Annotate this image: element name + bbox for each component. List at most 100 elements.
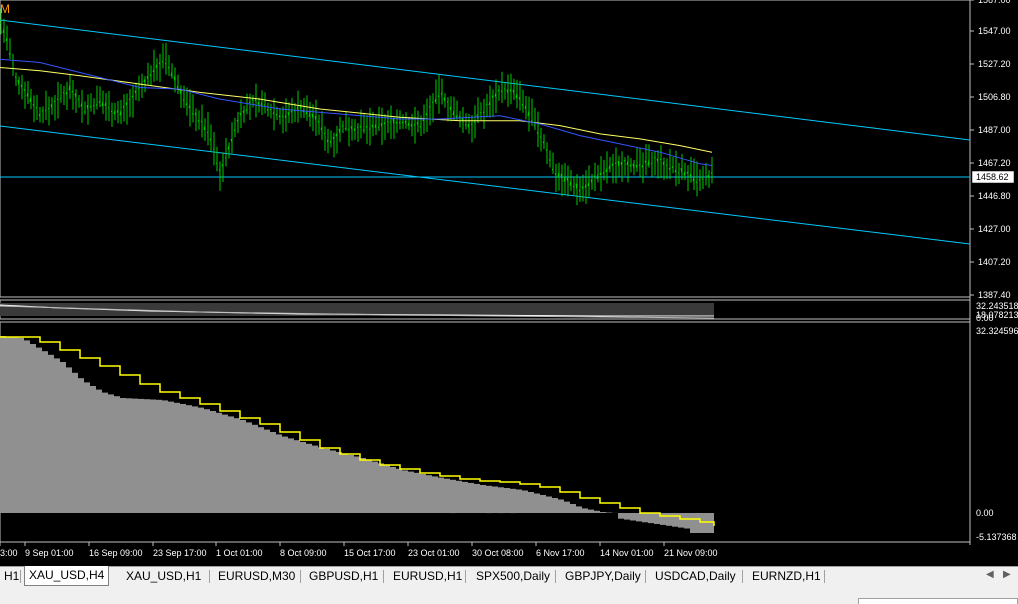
price-axis-label: 1547.00 <box>978 26 1011 36</box>
histogram-bar <box>138 398 144 513</box>
histogram-bar <box>150 399 156 513</box>
current-price-tag: 1458.62 <box>971 170 1015 184</box>
tab-separator <box>20 570 21 583</box>
histogram-bar <box>498 487 504 514</box>
chart-window[interactable]: 1567.00 1547.00 1527.20 1506.80 1487.00 1467.… <box>0 0 1018 566</box>
histogram-bar <box>666 513 672 526</box>
histogram-bar <box>450 479 456 514</box>
price-bars <box>0 8 713 206</box>
time-axis-label: 9 Sep 01:00 <box>25 548 74 558</box>
histogram-bar <box>216 412 222 513</box>
histogram-bar <box>60 362 66 513</box>
chart-canvas[interactable]: 1567.00 1547.00 1527.20 1506.80 1487.00 1467.… <box>0 0 1018 566</box>
time-axis-label: 6 Nov 17:00 <box>536 548 585 558</box>
status-panel <box>858 598 1018 604</box>
tab-gbpjpy-daily[interactable]: GBPJPY,Daily <box>561 567 645 586</box>
histogram-bar <box>414 472 420 513</box>
price-bar-open <box>695 181 698 183</box>
tab-gbpusd-h1[interactable]: GBPUSD,H1 <box>305 567 382 586</box>
histogram-bar <box>210 411 216 513</box>
histogram-bar <box>588 509 594 513</box>
tab-separator <box>824 570 825 583</box>
price-bar-open <box>701 178 704 180</box>
price-bar-open <box>545 149 548 151</box>
histogram-axis-label: -5.137368 <box>976 532 1017 542</box>
time-axis-label: 14 Nov 01:00 <box>600 548 654 558</box>
price-bar-open <box>167 66 170 69</box>
time-axis: 3:00 9 Sep 01:00 16 Sep 09:00 23 Sep 17:00 1… <box>0 542 718 558</box>
histogram-bar <box>6 336 12 513</box>
histogram-bar <box>336 452 342 513</box>
histogram-bar <box>606 512 612 513</box>
time-axis-label: 3:00 <box>0 548 18 558</box>
histogram-bar <box>36 347 42 513</box>
histogram-bar <box>438 477 444 513</box>
price-axis-label: 1407.20 <box>978 257 1011 267</box>
histogram-bar <box>330 450 336 513</box>
histogram-bar <box>384 465 390 513</box>
histogram-bar <box>540 495 546 513</box>
histogram-bar <box>264 429 270 513</box>
histogram-bar <box>426 475 432 513</box>
tab-xau-usd-h1[interactable]: XAU_USD,H1 <box>122 567 205 586</box>
tab-eurusd-m30[interactable]: EURUSD,M30 <box>214 567 299 586</box>
tab-separator <box>742 570 743 583</box>
time-axis-label: 23 Oct 01:00 <box>408 548 460 558</box>
price-axis-label: 1567.00 <box>978 0 1011 5</box>
histogram-bar <box>144 399 150 513</box>
histogram-bar <box>594 510 600 513</box>
tab-separator <box>465 570 466 583</box>
histogram-bar <box>402 470 408 513</box>
histogram-bar <box>474 483 480 513</box>
histogram-bar <box>582 508 588 513</box>
moving-averages <box>0 58 713 166</box>
price-bar-open <box>164 63 167 65</box>
histogram-bar <box>624 513 630 520</box>
histogram-bar <box>468 482 474 513</box>
price-bar-open <box>500 90 503 93</box>
tab-xau-usd-h4[interactable]: XAU_USD,H4 <box>24 566 110 586</box>
price-pane-border <box>0 0 971 298</box>
oscillator-axis-label: 0.00 <box>976 313 994 323</box>
tab-eurusd-h1[interactable]: EURUSD,H1 <box>389 567 466 586</box>
histogram-bar <box>600 512 606 513</box>
histogram-bar <box>228 416 234 513</box>
regression-channel[interactable] <box>0 19 971 245</box>
time-axis-label: 16 Sep 09:00 <box>89 548 143 558</box>
price-bar-open <box>200 120 203 123</box>
histogram-bar <box>396 468 402 513</box>
histogram-bar <box>516 489 522 513</box>
histogram-bar <box>366 459 372 513</box>
histogram-bar <box>156 399 162 513</box>
histogram-axis: 32.324596 0.00 -5.137368 <box>976 326 1018 542</box>
histogram-bar <box>102 392 108 513</box>
price-bar-open <box>128 98 131 101</box>
tab-spx500-daily[interactable]: SPX500,Daily <box>472 567 554 586</box>
histogram-bar <box>258 427 264 513</box>
tab-eurnzd-h1[interactable]: EURNZD,H1 <box>748 567 825 586</box>
price-bar-open <box>71 90 74 93</box>
price-bar-open <box>35 106 38 109</box>
histogram-bar <box>390 467 396 513</box>
oscillator-axis: 32.24351818.0782130.00 <box>976 301 1018 323</box>
price-bar-open <box>650 162 653 165</box>
price-bar-open <box>191 112 194 115</box>
tab-usdcad-daily[interactable]: USDCAD,Daily <box>651 567 740 586</box>
time-axis-label: 23 Sep 17:00 <box>153 548 207 558</box>
histogram-bar <box>462 481 468 513</box>
histogram-bar <box>618 513 624 519</box>
histogram-bar <box>372 461 378 513</box>
histogram-bar <box>642 513 648 523</box>
arrow-right-icon[interactable]: ▶ <box>1003 569 1011 580</box>
histogram-bar <box>0 336 6 513</box>
histogram-bar <box>282 436 288 513</box>
histogram-bar <box>504 488 510 513</box>
time-axis-label: 21 Nov 09:00 <box>664 548 718 558</box>
price-axis-label: 1387.40 <box>978 290 1011 300</box>
histogram-bar <box>570 504 576 513</box>
histogram-bar <box>558 499 564 513</box>
arrow-left-icon[interactable]: ◀ <box>986 569 994 580</box>
price-axis-label: 1446.80 <box>978 191 1011 201</box>
price-bar-open <box>623 160 626 162</box>
histogram-bar <box>324 449 330 513</box>
